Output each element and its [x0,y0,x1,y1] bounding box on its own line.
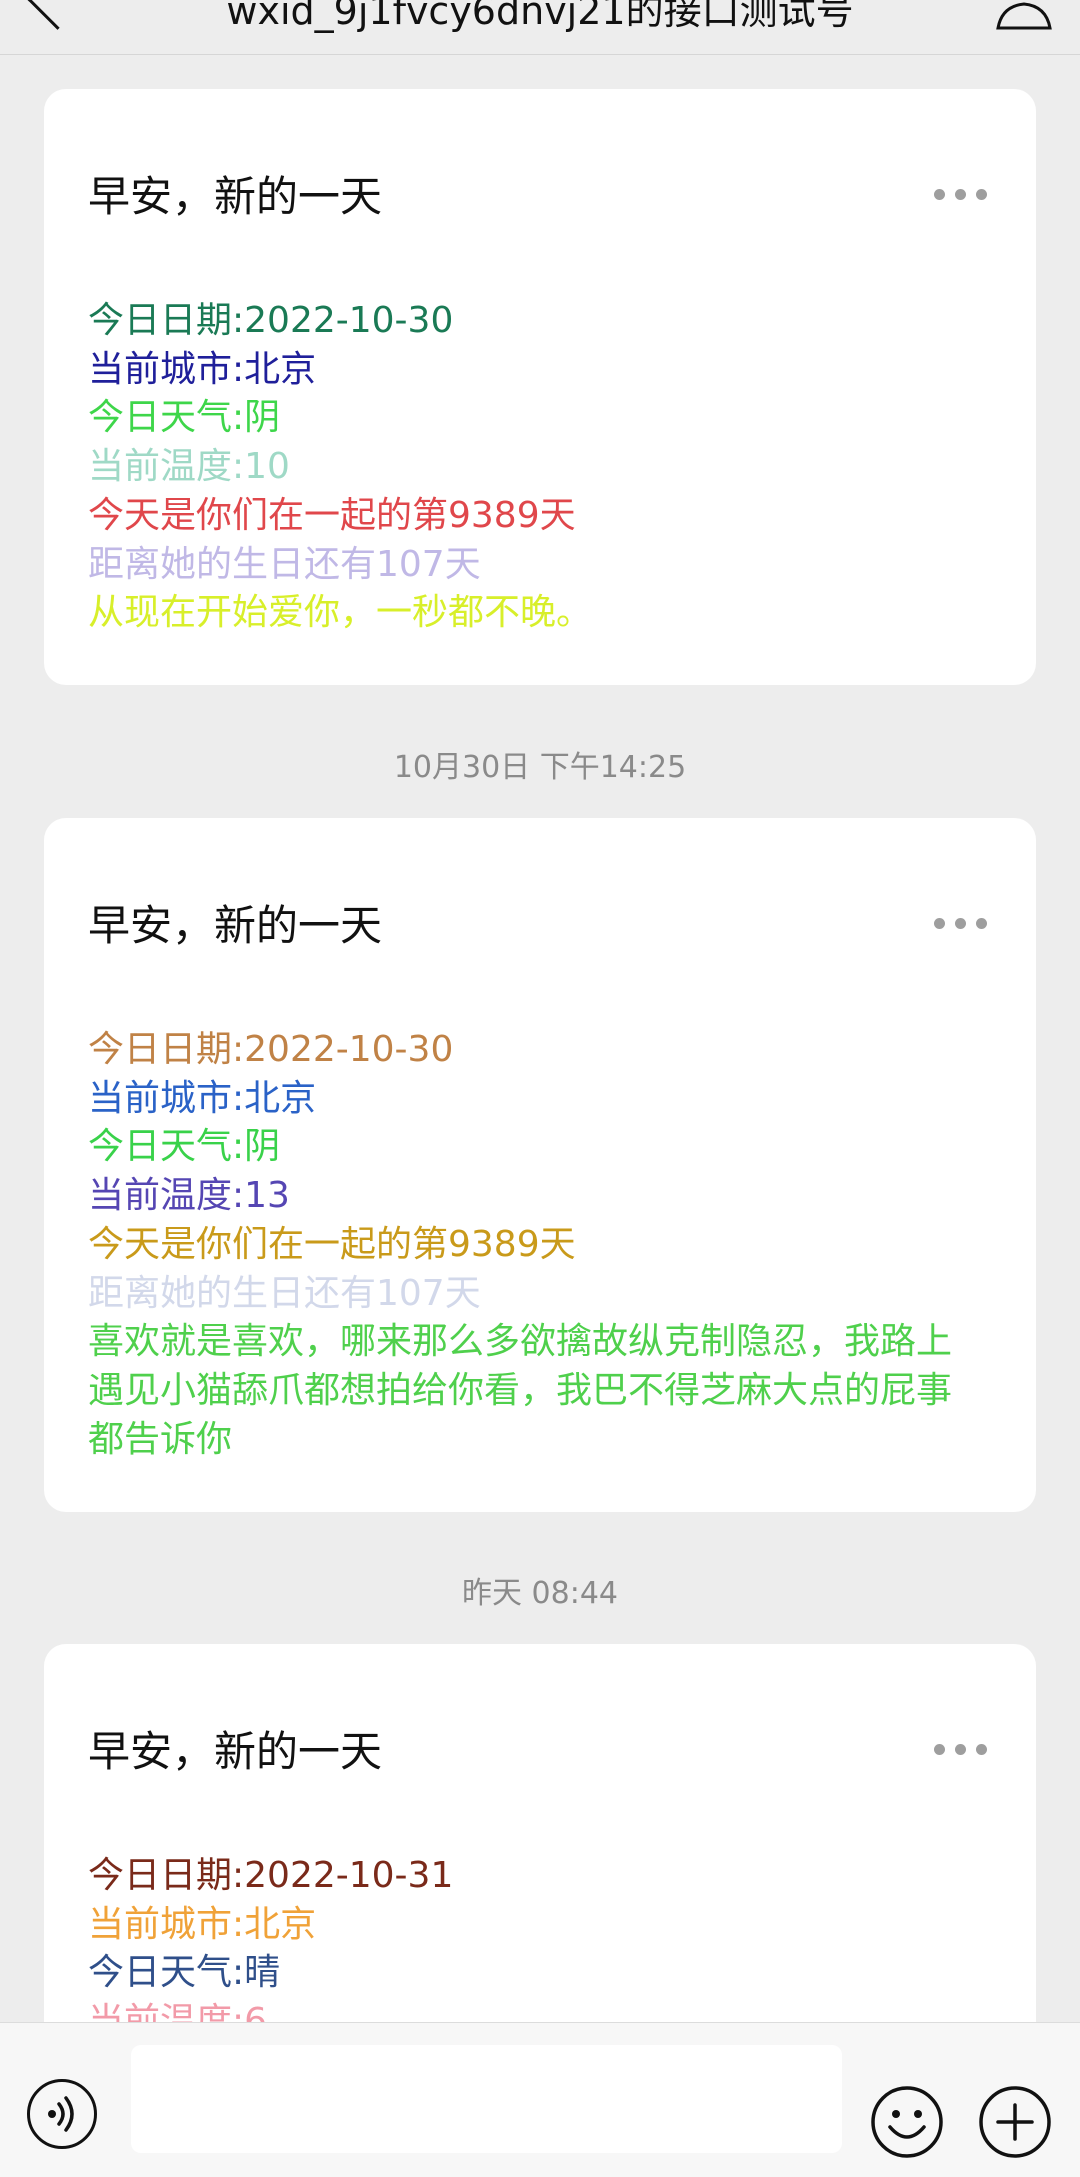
voice-icon [48,2096,74,2132]
message-card[interactable]: 早安，新的一天 今日日期:2022-10-30 当前城市:北京 今日天气:阴 当… [44,89,1036,685]
weather-line: 今日天气:阴 [88,397,281,439]
chat-title: wxid_9j1fvcy6dnvj21的接口测试号 [226,0,854,33]
message-card[interactable]: 早安，新的一天 今日日期:2022-10-30 当前城市:北京 今日天气:阴 当… [44,818,1036,1512]
card-body: 今日日期:2022-10-31 当前城市:北京 今日天气:晴 当前温度:6 [88,1852,966,2022]
person-icon[interactable] [994,0,1054,30]
birthday-line: 距离她的生日还有107天 [88,1272,481,1314]
birthday-line: 距离她的生日还有107天 [88,543,481,585]
card-body: 今日日期:2022-10-30 当前城市:北京 今日天气:阴 当前温度:10 今… [88,297,966,638]
message-card[interactable]: 早安，新的一天 今日日期:2022-10-31 当前城市:北京 今日天气:晴 当… [44,1644,1036,2022]
anniversary-line: 今天是你们在一起的第9389天 [88,494,576,536]
anniversary-line: 今天是你们在一起的第9389天 [88,1223,576,1265]
more-dots-icon[interactable] [934,185,988,205]
more-dots-icon[interactable] [934,914,988,934]
city-line: 当前城市:北京 [88,348,317,390]
date-line: 今日日期:2022-10-30 [88,300,454,341]
timestamp: 昨天 08:44 [462,1576,618,1611]
more-dots-icon[interactable] [934,1740,988,1760]
nav-bar: wxid_9j1fvcy6dnvj21的接口测试号 [0,0,1080,55]
input-bar [0,2022,1080,2177]
timestamp: 10月30日 下午14:25 [393,750,687,785]
card-body: 今日日期:2022-10-30 当前城市:北京 今日天气:阴 当前温度:13 今… [88,1026,966,1464]
quote-line: 从现在开始爱你，一秒都不晚。 [88,592,593,634]
weather-line: 今日天气:阴 [88,1126,281,1168]
quote-line: 喜欢就是喜欢，哪来那么多欲擒故纵克制隐忍，我路上遇见小猫舔爪都想拍给你看，我巴不… [88,1321,953,1460]
temperature-line: 当前温度:13 [88,1175,290,1217]
message-input[interactable] [131,2045,842,2153]
emoji-icon[interactable] [870,2085,944,2159]
message-feed[interactable]: 早安，新的一天 今日日期:2022-10-30 当前城市:北京 今日天气:阴 当… [0,54,1080,2022]
voice-button[interactable] [27,2079,97,2149]
card-title: 早安，新的一天 [88,901,383,950]
chevron-left-icon[interactable] [27,0,88,30]
card-title: 早安，新的一天 [88,172,383,221]
temperature-line: 当前温度:6 [88,2001,268,2022]
card-title: 早安，新的一天 [88,1727,383,1776]
temperature-line: 当前温度:10 [88,446,290,488]
date-line: 今日日期:2022-10-31 [88,1855,454,1896]
weather-line: 今日天气:晴 [88,1952,281,1994]
plus-icon[interactable] [978,2085,1052,2159]
date-line: 今日日期:2022-10-30 [88,1029,454,1070]
city-line: 当前城市:北京 [88,1903,317,1945]
city-line: 当前城市:北京 [88,1077,317,1119]
